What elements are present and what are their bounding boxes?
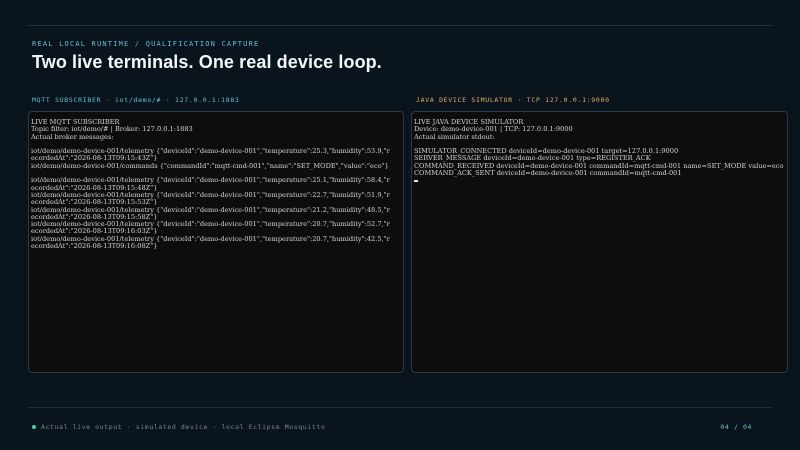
terminal-line: ecordedAt":"2026-08-13T09:15:48Z"} — [31, 184, 158, 192]
terminal-line: SIMULATOR_CONNECTED deviceId=demo-device… — [414, 148, 679, 156]
terminal-line: ecordedAt":"2026-08-13T09:15:53Z"} — [31, 199, 158, 207]
page-number: 04 / 04 — [720, 423, 752, 431]
terminal-line: ecordedAt":"2026-08-13T09:16:03Z"} — [31, 228, 158, 236]
eyebrow-label: REAL LOCAL RUNTIME / QUALIFICATION CAPTU… — [32, 40, 260, 48]
device-simulator-label: JAVA DEVICE SIMULATOR · TCP 127.0.0.1:90… — [416, 96, 610, 104]
terminal-line: iot/demo/demo-device-001/commands {"comm… — [31, 162, 389, 170]
terminal-line: ecordedAt":"2026-08-13T09:15:58Z"} — [31, 213, 158, 221]
terminal-line: iot/demo/demo-device-001/telemetry {"dev… — [31, 221, 390, 229]
terminal-line: LIVE MQTT SUBSCRIBER — [31, 119, 120, 126]
mqtt-subscriber-terminal[interactable]: LIVE MQTT SUBSCRIBER Topic filter: iot/de… — [28, 111, 404, 373]
terminal-line: ecordedAt":"2026-08-13T09:15:43Z"} — [31, 155, 158, 163]
terminal-line: Actual simulator stdout: — [414, 133, 495, 141]
device-simulator-terminal[interactable]: LIVE JAVA DEVICE SIMULATOR Device: demo-d… — [411, 111, 788, 373]
live-status-dot-icon — [32, 425, 36, 429]
terminal-line: COMMAND_ACK_SENT deviceId=demo-device-00… — [414, 170, 682, 178]
terminal-line: iot/demo/demo-device-001/telemetry {"dev… — [31, 191, 390, 199]
page-title: Two live terminals. One real device loop… — [32, 52, 382, 72]
terminal-line: Actual broker messages: — [31, 133, 114, 141]
terminal-cursor-icon — [414, 180, 418, 183]
footer-caption-text: Actual live output · simulated device · … — [41, 423, 326, 431]
mqtt-subscriber-label: MQTT SUBSCRIBER · iot/demo/# · 127.0.0.1… — [32, 96, 240, 104]
terminal-line: Topic filter: iot/demo/# | Broker: 127.0… — [31, 126, 193, 134]
terminal-line: COMMAND_RECEIVED deviceId=demo-device-00… — [414, 162, 784, 170]
terminal-line: iot/demo/demo-device-001/telemetry {"dev… — [31, 235, 390, 243]
bottom-divider — [28, 407, 772, 408]
terminal-line: LIVE JAVA DEVICE SIMULATOR — [414, 119, 524, 126]
terminal-line: iot/demo/demo-device-001/telemetry {"dev… — [31, 177, 390, 185]
terminal-line: iot/demo/demo-device-001/telemetry {"dev… — [31, 148, 390, 156]
terminal-line: SERVER_MESSAGE deviceId=demo-device-001 … — [414, 155, 651, 163]
terminal-line: ecordedAt":"2026-08-13T09:16:08Z"} — [31, 243, 158, 251]
terminal-line: iot/demo/demo-device-001/telemetry {"dev… — [31, 206, 390, 214]
terminal-line: Device: demo-device-001 | TCP: 127.0.0.1… — [414, 126, 573, 134]
top-divider — [28, 25, 772, 26]
footer-caption: Actual live output · simulated device · … — [32, 423, 325, 431]
